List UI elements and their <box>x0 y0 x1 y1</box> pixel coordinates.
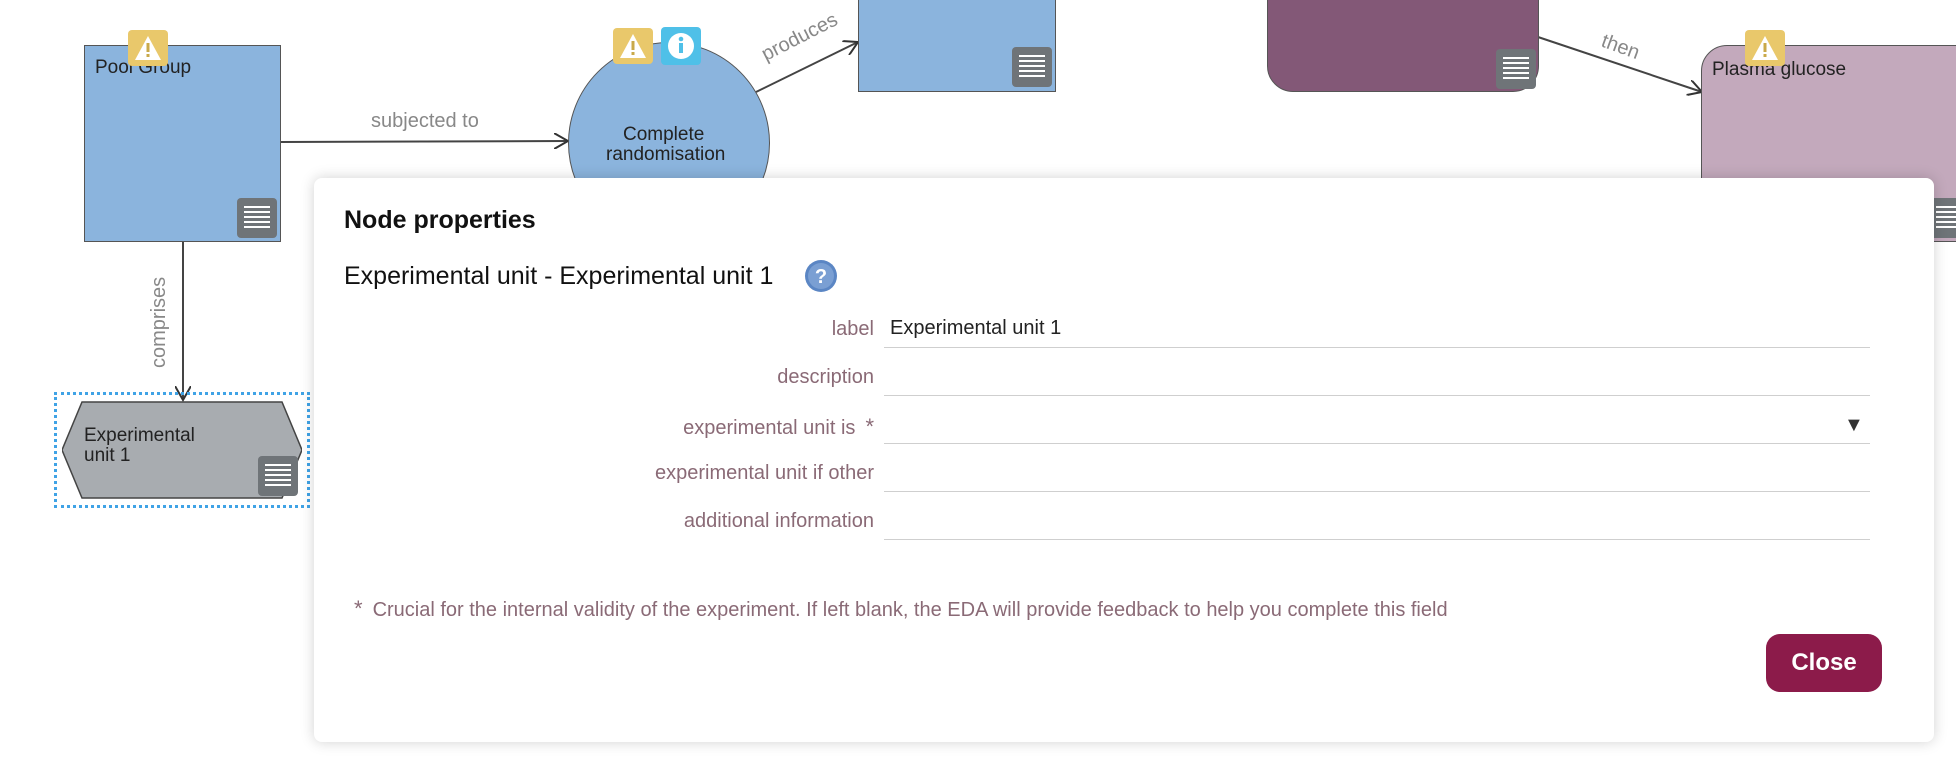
warning-icon[interactable] <box>613 28 653 64</box>
required-footnote: * Crucial for the internal validity of th… <box>354 596 1448 622</box>
warning-icon[interactable] <box>1745 30 1785 66</box>
required-marker: * <box>865 414 874 439</box>
notes-icon[interactable] <box>1496 49 1536 89</box>
experimental-unit-select[interactable] <box>884 406 1870 444</box>
node-label-line1: Complete <box>623 124 705 145</box>
label-input[interactable] <box>884 310 1870 348</box>
node-experimental-unit[interactable]: Experimental unit 1 <box>61 400 303 500</box>
info-icon[interactable] <box>661 27 701 65</box>
footnote-text: Crucial for the internal validity of the… <box>372 599 1448 621</box>
field-row-label: label <box>314 310 1934 350</box>
description-input[interactable] <box>884 358 1870 396</box>
help-icon[interactable]: ? <box>804 259 838 293</box>
dropdown-arrow-icon[interactable]: ▼ <box>1844 414 1864 437</box>
close-button[interactable]: Close <box>1766 634 1882 692</box>
additional-information-input[interactable] <box>884 502 1870 540</box>
notes-icon[interactable] <box>1012 47 1052 87</box>
node-properties-dialog: Node properties Experimental unit - Expe… <box>314 178 1934 742</box>
node-purple[interactable] <box>1267 0 1539 92</box>
edge-label-comprises: comprises <box>148 276 170 368</box>
field-label: label <box>831 318 874 340</box>
field-row-experimental-unit-if-other: experimental unit if other <box>314 454 1934 494</box>
edge-label-subjected-to: subjected to <box>371 110 479 132</box>
field-label: experimental unit if other <box>654 462 874 484</box>
node-label-line2: randomisation <box>606 144 726 165</box>
field-label: experimental unit is * <box>683 414 874 440</box>
node-blue-rect[interactable] <box>858 0 1056 92</box>
svg-text:?: ? <box>815 266 827 288</box>
field-row-description: description <box>314 358 1934 398</box>
warning-icon[interactable] <box>128 30 168 66</box>
footnote-marker: * <box>354 596 363 621</box>
edge-subjected-to <box>280 141 568 142</box>
diagram-canvas[interactable]: subjected to produces then comprises Poo… <box>0 0 1956 760</box>
dialog-title: Node properties <box>344 206 536 234</box>
node-pool-group[interactable]: Pool Group <box>84 45 281 242</box>
node-label-line2: unit 1 <box>84 445 131 466</box>
field-label-text: experimental unit is <box>683 417 856 439</box>
node-label-line1: Experimental <box>84 425 195 446</box>
field-label: description <box>777 366 874 388</box>
field-label: additional information <box>683 510 874 532</box>
field-row-experimental-unit-is: experimental unit is * ▼ <box>314 406 1934 446</box>
notes-icon[interactable] <box>237 198 277 238</box>
dialog-subtitle: Experimental unit - Experimental unit 1 <box>344 262 774 290</box>
notes-icon[interactable] <box>258 456 298 496</box>
field-row-additional-information: additional information <box>314 502 1934 542</box>
experimental-unit-other-input[interactable] <box>884 454 1870 492</box>
